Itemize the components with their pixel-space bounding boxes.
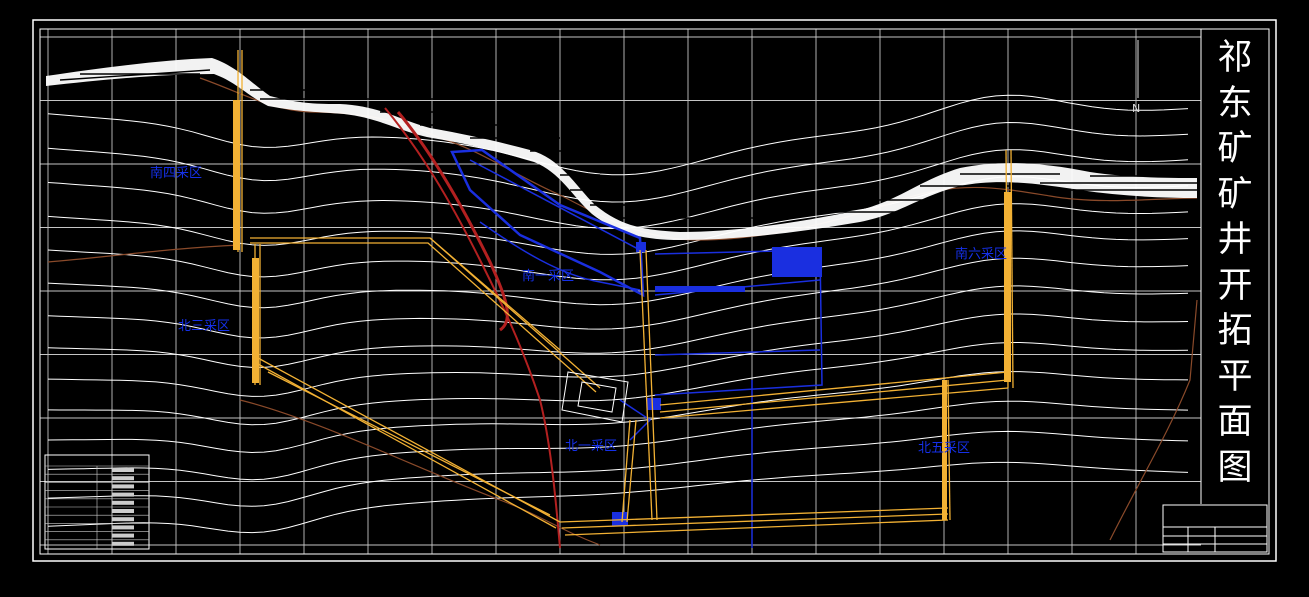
legend-symbol [112, 525, 134, 530]
drawing-title: 祁东矿矿井开拓平面图 [1206, 36, 1264, 491]
legend-symbol [112, 533, 134, 538]
title-glyph: 开 [1217, 265, 1253, 306]
zone-label-beiyi: 北一采区 [565, 439, 617, 454]
legend-symbol [112, 500, 134, 505]
title-glyph: 井 [1217, 220, 1253, 260]
zone-label-nanyi: 南一采区 [522, 268, 574, 284]
title-glyph: 平 [1217, 356, 1253, 397]
surface-hatch-lines [59, 69, 1197, 219]
shafts [233, 100, 1011, 520]
boundary-lines [47, 77, 1198, 546]
title-glyph: 矿 [1217, 129, 1253, 169]
mined-area-outlines [450, 148, 823, 548]
zone-label-nanshi: 南四采区 [150, 165, 202, 181]
title-glyph: 图 [1217, 447, 1253, 488]
outer-frame [32, 19, 1277, 562]
legend-symbol [112, 517, 134, 522]
legend-symbol [112, 509, 134, 513]
contour-line [47, 203, 1189, 281]
north-label: N [1132, 102, 1140, 115]
contour-line [47, 176, 1189, 255]
legend-symbol [112, 492, 134, 497]
legend-symbol [112, 484, 134, 489]
title-glyph: 东 [1217, 83, 1253, 124]
title-glyph: 拓 [1217, 311, 1253, 351]
legend-symbol [112, 541, 134, 546]
legend-symbol [112, 476, 134, 481]
contour-line [47, 94, 1189, 176]
contour-line [47, 149, 1189, 230]
contour-line [47, 230, 1189, 309]
contour-line [47, 400, 1189, 481]
seam-contour-lines [47, 94, 1189, 534]
legend-symbol [112, 468, 134, 472]
zone-label-beiwu: 北五采区 [918, 441, 970, 456]
title-glyph: 面 [1217, 402, 1253, 442]
zone-label-beisan: 北三采区 [178, 319, 230, 334]
title-glyph: 祁 [1217, 38, 1253, 78]
industrial-square [561, 371, 629, 423]
contour-line [47, 430, 1189, 507]
mine-development-plan: 南四采区 南一采区 北三采区 北一采区 北五采区 南六采区 N [32, 19, 1277, 562]
title-glyph: 矿 [1217, 174, 1253, 215]
contour-line [47, 371, 1189, 454]
zone-label-nanliu: 南六采区 [955, 246, 1007, 262]
